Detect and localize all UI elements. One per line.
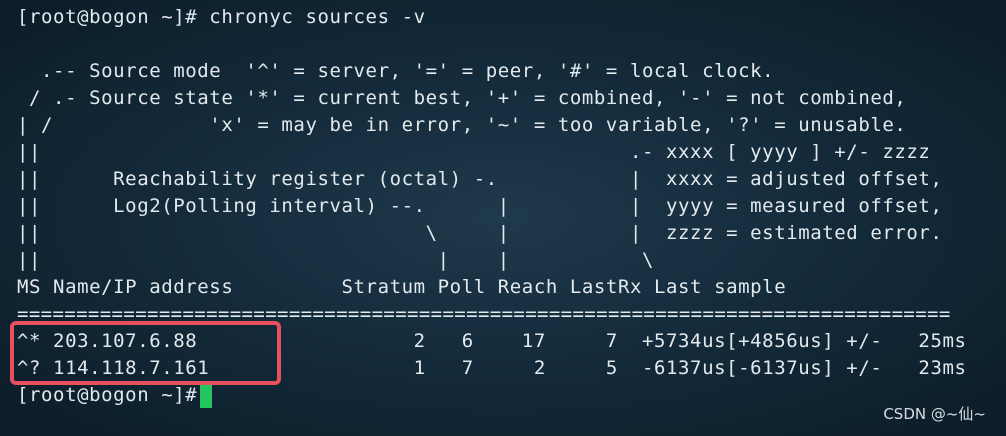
legend-line: | / 'x' = may be in error, '~' = too var…: [17, 114, 907, 136]
table-header: MS Name/IP address Stratum Poll Reach La…: [17, 276, 787, 298]
highlight-annotation-box: [10, 321, 281, 385]
shell-prompt: [root@bogon ~]#: [17, 384, 210, 406]
legend-line: || \ | | zzzz = estimated error.: [17, 222, 943, 244]
legend-line: || .- xxxx [ yyyy ] +/- zzzz: [17, 141, 931, 163]
text-cursor[interactable]: [200, 383, 212, 408]
legend-line: || | | \: [17, 249, 655, 271]
watermark: CSDN @~仙~: [883, 405, 986, 423]
command-line: [root@bogon ~]# chronyc sources -v: [17, 6, 426, 28]
legend-line: .-- Source mode '^' = server, '=' = peer…: [17, 60, 775, 82]
legend-line: || Log2(Polling interval) --. | | yyyy =…: [17, 195, 943, 217]
legend-line: / .- Source state '*' = current best, '+…: [17, 87, 907, 109]
legend-line: || Reachability register (octal) -. | xx…: [17, 168, 943, 190]
terminal-window[interactable]: [root@bogon ~]# chronyc sources -v .-- S…: [0, 0, 1006, 436]
